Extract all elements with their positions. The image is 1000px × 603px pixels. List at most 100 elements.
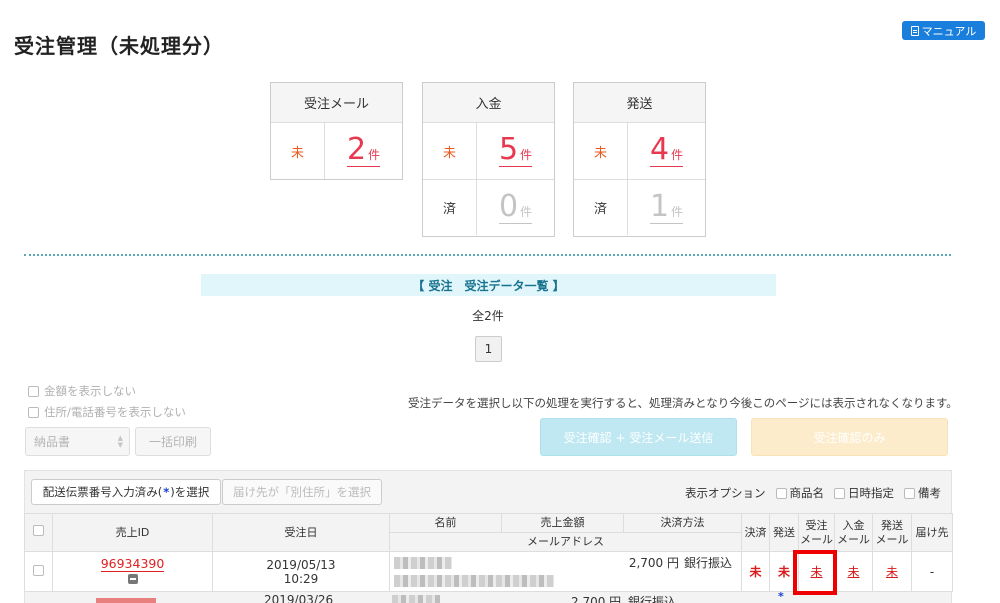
select-all-checkbox[interactable]: [33, 525, 44, 537]
header-sales-id[interactable]: 売上ID: [52, 513, 213, 552]
customer-name-redacted: [394, 556, 452, 569]
show-datetime-option[interactable]: 日時指定: [834, 485, 894, 501]
document-type-select[interactable]: 納品書 ▲ ▼: [25, 427, 130, 456]
order-mail-unprocessed-row: 未 2件: [271, 123, 402, 179]
select-tracking-prefix: 配送伝票番号入力済み(: [42, 485, 163, 499]
header-order-mail-2: メール: [800, 532, 833, 546]
row-checkbox[interactable]: [33, 564, 44, 576]
payment-summary: 入金 未 5件 済 0件: [422, 82, 555, 237]
row2-payment-method: 銀行振込: [628, 595, 677, 603]
shipping-done-link[interactable]: 1件: [649, 191, 684, 224]
manual-button[interactable]: マニュアル: [902, 21, 985, 40]
hide-amount-option[interactable]: 金額を表示しない: [28, 383, 136, 399]
header-destination: 届け先: [911, 513, 953, 552]
header-ship-mail-1: 発送: [881, 519, 903, 533]
display-options: 表示オプション 商品名 日時指定 備考: [685, 485, 941, 501]
header-settle: 決済: [741, 513, 770, 552]
unprocessed-label: 未: [574, 123, 628, 179]
select-tracking-entered-button[interactable]: 配送伝票番号入力済み(*)を選択: [31, 479, 221, 505]
header-order-mail-1: 受注: [805, 519, 828, 533]
payment-unprocessed-link[interactable]: 5件: [498, 135, 533, 167]
payment-done-row: 済 0件: [423, 179, 554, 235]
show-remarks-option[interactable]: 備考: [904, 485, 941, 501]
header-order-date[interactable]: 受注日: [212, 513, 390, 552]
collapse-icon[interactable]: [127, 574, 138, 584]
hide-amount-label: 金額を表示しない: [44, 384, 136, 398]
list-banner: 【 受注 受注データ一覧 】: [201, 274, 776, 296]
row2-id-link-partial[interactable]: [96, 598, 156, 603]
shipping-unprocessed-link[interactable]: 4件: [649, 135, 684, 167]
show-product-option[interactable]: 商品名: [775, 485, 825, 501]
order-mail-unprocessed-link[interactable]: 2件: [346, 135, 381, 167]
page-1-button[interactable]: 1: [475, 336, 502, 362]
header-order-mail: 受注 メール: [798, 513, 835, 552]
page-title: 受注管理（未処理分）: [14, 34, 224, 58]
select-alt-address-button[interactable]: 届け先が「別住所」を選択: [222, 479, 382, 505]
destination-cell: -: [911, 551, 953, 592]
tracking-star-marker: *: [778, 590, 784, 603]
select-arrows-icon: ▲ ▼: [117, 434, 123, 449]
row-select-cell: [24, 551, 53, 592]
document-icon: [910, 25, 919, 36]
pay-mail-status-link[interactable]: 未: [847, 565, 859, 579]
payment-method: 銀行振込: [684, 556, 733, 570]
tracking-star: *: [163, 485, 170, 499]
header-ship: 発送: [769, 513, 799, 552]
shipping-unprocessed-row: 未 4件: [574, 123, 705, 179]
unprocessed-label: 未: [271, 123, 325, 179]
row2-order-date: 2019/03/26: [264, 593, 334, 603]
show-datetime-checkbox[interactable]: [834, 487, 845, 499]
email-redacted: [394, 574, 554, 587]
payment-done-link[interactable]: 0件: [498, 191, 533, 224]
confirm-only-button[interactable]: 受注確認のみ: [751, 418, 948, 456]
pay-mail-cell: 未: [834, 551, 873, 592]
section-divider: [24, 254, 951, 256]
header-amount: 売上金額: [501, 513, 624, 533]
document-type-value: 納品書: [34, 435, 71, 449]
shipping-summary: 発送 未 4件 済 1件: [573, 82, 706, 237]
order-mail-title: 受注メール: [271, 83, 402, 123]
ship-mail-status-link[interactable]: 未: [886, 565, 898, 579]
show-datetime-label: 日時指定: [848, 486, 894, 500]
header-pay-mail-1: 入金: [842, 519, 865, 533]
ship-status: 未: [777, 565, 790, 579]
unprocessed-label: 未: [423, 123, 477, 179]
show-product-label: 商品名: [789, 486, 825, 500]
header-name: 名前: [389, 513, 502, 533]
hide-amount-checkbox[interactable]: [28, 385, 39, 397]
header-method: 決済方法: [623, 513, 742, 533]
show-remarks-checkbox[interactable]: [904, 487, 915, 499]
order-time: 10:29: [283, 571, 319, 586]
order-date-cell: 2019/05/13 10:29: [212, 551, 390, 592]
bulk-print-button[interactable]: 一括印刷: [135, 427, 211, 456]
settle-status: 未: [749, 565, 762, 579]
hide-address-option[interactable]: 住所/電話番号を表示しない: [28, 404, 186, 420]
order-date: 2019/05/13: [266, 557, 336, 572]
manual-label: マニュアル: [921, 24, 977, 38]
confirm-and-send-button[interactable]: 受注確認 + 受注メール送信: [540, 418, 737, 456]
amount: 2,700 円: [628, 556, 679, 570]
shipping-title: 発送: [574, 83, 705, 123]
row2-amount: 2,700 円: [571, 595, 622, 603]
header-ship-mail-2: メール: [875, 532, 909, 546]
order-mail-summary: 受注メール 未 2件: [270, 82, 403, 180]
show-remarks-label: 備考: [918, 486, 941, 500]
row2-name-redacted: [392, 595, 440, 603]
payment-unprocessed-row: 未 5件: [423, 123, 554, 179]
processing-note: 受注データを選択し以下の処理を実行すると、処理済みとなり今後このページには表示さ…: [408, 396, 958, 410]
header-pay-mail: 入金 メール: [834, 513, 873, 552]
shipping-done-row: 済 1件: [574, 179, 705, 235]
payment-title: 入金: [423, 83, 554, 123]
highlight-box: [793, 550, 837, 595]
done-label: 済: [423, 180, 477, 235]
sales-id-link[interactable]: 96934390: [100, 556, 165, 572]
header-ship-mail: 発送 メール: [872, 513, 912, 552]
hide-address-checkbox[interactable]: [28, 406, 39, 418]
select-all-cell: [24, 513, 53, 552]
select-tracking-suffix: )を選択: [170, 485, 210, 499]
show-product-checkbox[interactable]: [775, 487, 787, 499]
header-email: メールアドレス: [389, 532, 742, 552]
sales-id-cell: 96934390: [52, 551, 213, 592]
settle-cell: 未: [741, 551, 770, 592]
done-label: 済: [574, 180, 628, 235]
